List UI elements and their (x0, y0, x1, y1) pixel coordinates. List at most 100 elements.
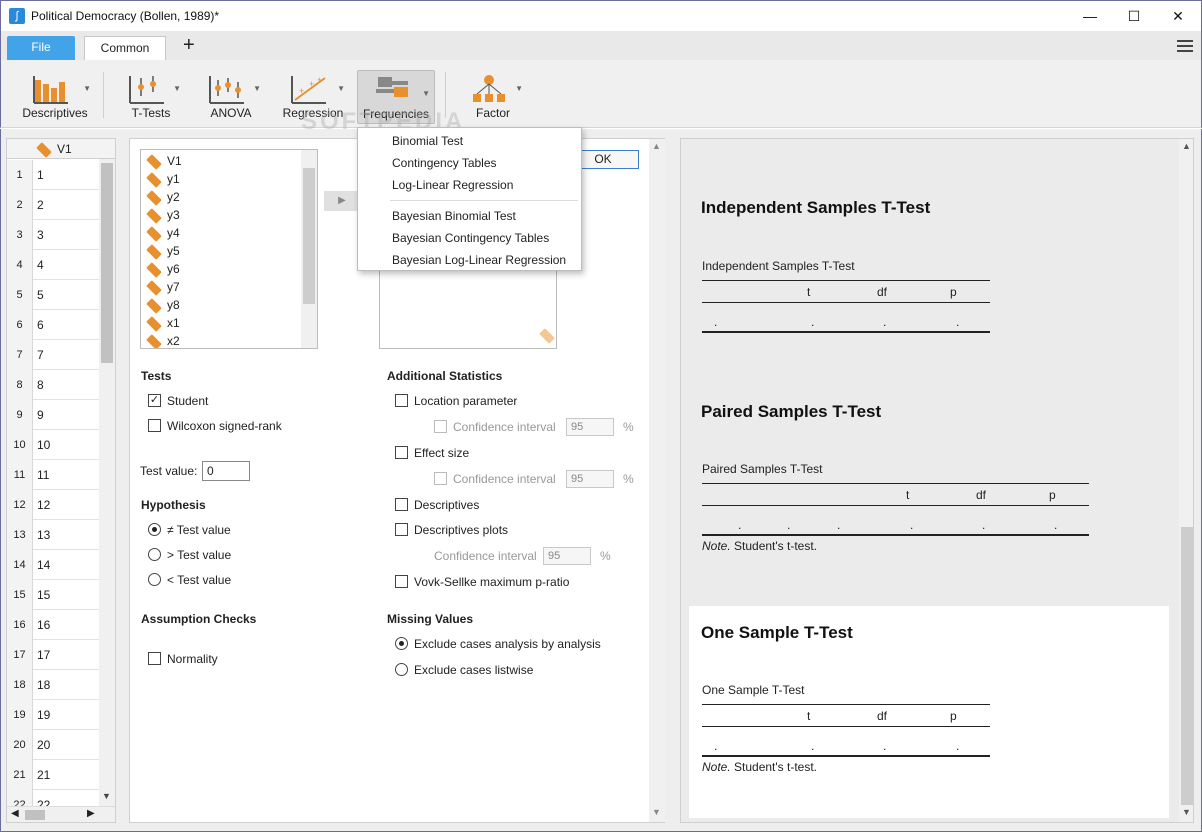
list-item[interactable]: y7 (146, 278, 180, 296)
cell-value[interactable]: 10 (37, 430, 50, 460)
row-number[interactable]: 20 (7, 730, 33, 760)
row-number[interactable]: 21 (7, 760, 33, 790)
table-row[interactable]: 17 17 (7, 640, 99, 670)
cell-value[interactable]: 11 (37, 460, 49, 490)
hypothesis-greater[interactable]: > Test value (148, 546, 231, 564)
scroll-down-arrow-icon[interactable]: ▼ (1182, 807, 1191, 817)
radio[interactable] (395, 663, 408, 677)
row-number[interactable]: 14 (7, 550, 33, 580)
radio[interactable] (148, 548, 161, 562)
row-number[interactable]: 10 (7, 430, 33, 460)
cell-value[interactable]: 18 (37, 670, 50, 700)
row-number[interactable]: 1 (7, 160, 33, 190)
table-row[interactable]: 14 14 (7, 550, 99, 580)
scroll-left-arrow-icon[interactable]: ◀ (11, 808, 19, 819)
list-item[interactable]: x1 (146, 314, 180, 332)
cell-value[interactable]: 19 (37, 700, 50, 730)
t-tests-button[interactable]: ▼ T-Tests (117, 66, 185, 126)
data-grid[interactable]: V1 1 1 2 2 3 3 4 4 5 5 6 6 7 7 8 8 9 9 10 10 11 11 12 12 13 13 14 1… (6, 138, 116, 823)
table-row[interactable]: 13 13 (7, 520, 99, 550)
hypothesis-not-equal[interactable]: ≠ Test value (148, 521, 231, 539)
cell-value[interactable]: 20 (37, 730, 50, 760)
descriptives-checkbox[interactable] (395, 498, 408, 512)
row-number[interactable]: 4 (7, 250, 33, 280)
row-number[interactable]: 2 (7, 190, 33, 220)
student-checkbox[interactable]: ✓ (148, 394, 161, 408)
list-item[interactable]: V1 (146, 152, 182, 170)
table-row[interactable]: 15 15 (7, 580, 99, 610)
exclude-analysis-option[interactable]: Exclude cases analysis by analysis (395, 635, 601, 653)
row-number[interactable]: 3 (7, 220, 33, 250)
menu-item-binomial-test[interactable]: Binomial Test (392, 131, 463, 151)
table-row[interactable]: 88 (7, 370, 99, 400)
menu-item-bayesian-log-linear-regression[interactable]: Bayesian Log-Linear Regression (392, 250, 566, 270)
normality-option[interactable]: Normality (148, 650, 218, 668)
scrollbar-thumb[interactable] (101, 163, 113, 363)
table-row[interactable]: 20 20 (7, 730, 99, 760)
row-number[interactable]: 11 (7, 460, 33, 490)
effect-ci-input[interactable]: 95 (566, 470, 614, 488)
descriptives-plots-option[interactable]: Descriptives plots (395, 521, 508, 539)
effect-size-checkbox[interactable] (395, 446, 408, 460)
column-header-v1[interactable]: V1 (36, 142, 72, 158)
effect-ci-option[interactable]: Confidence interval (434, 470, 556, 488)
row-number[interactable]: 18 (7, 670, 33, 700)
horizontal-scrollbar[interactable]: ◀ ▶ (7, 806, 115, 822)
table-row[interactable]: 55 (7, 280, 99, 310)
effect-size-option[interactable]: Effect size (395, 444, 469, 462)
hypothesis-less[interactable]: < Test value (148, 571, 231, 589)
descriptives-button[interactable]: ▼ Descriptives (15, 66, 95, 126)
cell-value[interactable]: 7 (37, 340, 44, 370)
list-item[interactable]: x2 (146, 332, 180, 348)
descriptives-plots-checkbox[interactable] (395, 523, 408, 537)
cell-value[interactable]: 17 (37, 640, 50, 670)
table-row[interactable]: 44 (7, 250, 99, 280)
table-row[interactable]: 33 (7, 220, 99, 250)
close-button[interactable]: ✕ (1155, 1, 1201, 31)
table-row[interactable]: 11 11 (7, 460, 99, 490)
scroll-up-arrow-icon[interactable]: ▲ (652, 141, 661, 151)
cell-value[interactable]: 1 (37, 160, 44, 190)
variables-list[interactable]: V1 y1 y2 y3 y4 y5 y6 y7 y8 x1 x2 (140, 149, 318, 349)
table-row[interactable]: 11 (7, 160, 99, 190)
move-variable-button[interactable]: ▶ (324, 191, 360, 211)
location-parameter-checkbox[interactable] (395, 394, 408, 408)
row-number[interactable]: 8 (7, 370, 33, 400)
menu-item-log-linear-regression[interactable]: Log-Linear Regression (392, 175, 513, 195)
row-number[interactable]: 7 (7, 340, 33, 370)
list-item[interactable]: y1 (146, 170, 180, 188)
scroll-right-arrow-icon[interactable]: ▶ (87, 808, 95, 819)
list-item[interactable]: y5 (146, 242, 180, 260)
vertical-scrollbar[interactable]: ▲ ▼ (649, 139, 665, 822)
factor-button[interactable]: ▼ Factor (459, 66, 527, 126)
scroll-down-arrow-icon[interactable]: ▼ (652, 807, 661, 817)
effect-ci-checkbox[interactable] (434, 472, 447, 486)
row-number[interactable]: 17 (7, 640, 33, 670)
table-row[interactable]: 16 16 (7, 610, 99, 640)
table-row[interactable]: 10 10 (7, 430, 99, 460)
cell-value[interactable]: 12 (37, 490, 50, 520)
table-row[interactable]: 99 (7, 400, 99, 430)
maximize-button[interactable]: ☐ (1111, 1, 1157, 31)
menu-icon[interactable] (1177, 40, 1193, 52)
cell-value[interactable]: 16 (37, 610, 50, 640)
row-number[interactable]: 12 (7, 490, 33, 520)
list-item[interactable]: y8 (146, 296, 180, 314)
list-item[interactable]: y2 (146, 188, 180, 206)
scrollbar-thumb[interactable] (25, 810, 45, 820)
location-ci-checkbox[interactable] (434, 420, 447, 434)
row-number[interactable]: 5 (7, 280, 33, 310)
radio-selected[interactable] (395, 637, 408, 651)
cell-value[interactable]: 8 (37, 370, 44, 400)
location-ci-input[interactable]: 95 (566, 418, 614, 436)
cell-value[interactable]: 14 (37, 550, 50, 580)
cell-value[interactable]: 3 (37, 220, 44, 250)
descriptives-option[interactable]: Descriptives (395, 496, 479, 514)
menu-item-bayesian-binomial-test[interactable]: Bayesian Binomial Test (392, 206, 516, 226)
radio-selected[interactable] (148, 523, 161, 537)
cell-value[interactable]: 2 (37, 190, 44, 220)
normality-checkbox[interactable] (148, 652, 161, 666)
cell-value[interactable]: 21 (37, 760, 50, 790)
menu-item-contingency-tables[interactable]: Contingency Tables (392, 153, 497, 173)
table-row[interactable]: 18 18 (7, 670, 99, 700)
